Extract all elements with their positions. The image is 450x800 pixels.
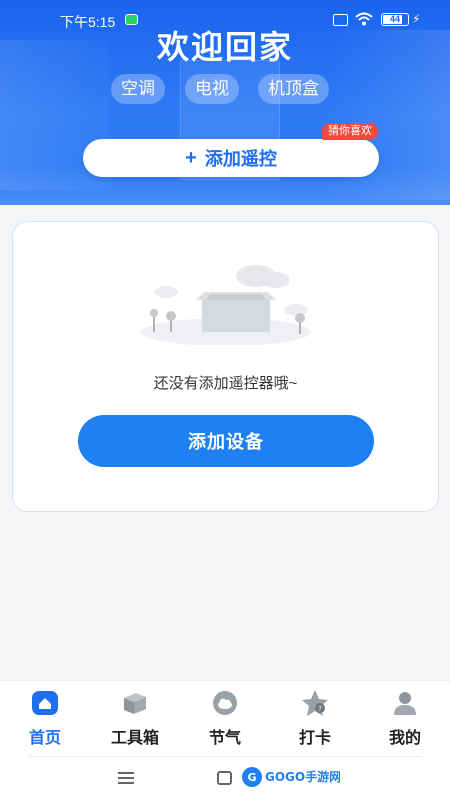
hero-banner: 下午5:15 44 ⚡ 欢迎回家 空调 电视 机顶盒 + 添加遥控 猜你喜欢: [0, 0, 450, 205]
empty-state-card: 还没有添加遥控器哦~ 添加设备: [12, 221, 439, 512]
toolbox-icon: [124, 693, 146, 714]
svg-text:?: ?: [318, 705, 322, 713]
add-device-button[interactable]: 添加设备: [78, 415, 374, 467]
cloud-icon: [213, 691, 237, 715]
tab-toolbox[interactable]: 工具箱: [95, 689, 175, 751]
watermark-logo: G GOGO手游网: [242, 767, 340, 787]
category-chips: 空调 电视 机顶盒: [0, 74, 450, 104]
home-icon: [32, 691, 58, 715]
svg-text:G: G: [247, 771, 256, 784]
plus-icon: +: [185, 147, 197, 169]
add-remote-button[interactable]: + 添加遥控: [83, 139, 379, 177]
empty-box-illustration-icon: [141, 265, 311, 345]
page-title: 欢迎回家: [156, 29, 293, 65]
chip-tv[interactable]: 电视: [185, 74, 239, 104]
tab-me[interactable]: 我的: [365, 689, 445, 751]
tab-label: 节气: [208, 730, 241, 747]
person-icon: [394, 692, 416, 715]
menu-icon[interactable]: [118, 772, 134, 784]
chip-set-top-box[interactable]: 机顶盒: [258, 74, 329, 104]
home-key-icon[interactable]: [217, 771, 232, 785]
bottom-tab-bar: 首页 工具箱 节气 ? 打卡 我的: [0, 680, 450, 756]
system-nav-bar: G GOGO手游网: [0, 756, 450, 800]
empty-state-message: 还没有添加遥控器哦~: [153, 375, 298, 392]
tab-label: 打卡: [298, 730, 331, 747]
tab-home[interactable]: 首页: [5, 689, 85, 751]
chip-air-conditioner[interactable]: 空调: [111, 74, 165, 104]
guess-you-like-badge: 猜你喜欢: [322, 123, 378, 140]
tab-label: 首页: [28, 730, 61, 747]
tab-solar-term[interactable]: 节气: [185, 689, 265, 751]
add-remote-label: 添加遥控: [204, 149, 277, 169]
star-checkin-icon: ?: [302, 690, 328, 716]
tab-label: 我的: [388, 730, 421, 747]
watermark-text: GOGO手游网: [265, 769, 340, 784]
tab-checkin[interactable]: ? 打卡: [275, 689, 355, 751]
divider: [28, 756, 422, 757]
tab-label: 工具箱: [110, 730, 159, 747]
